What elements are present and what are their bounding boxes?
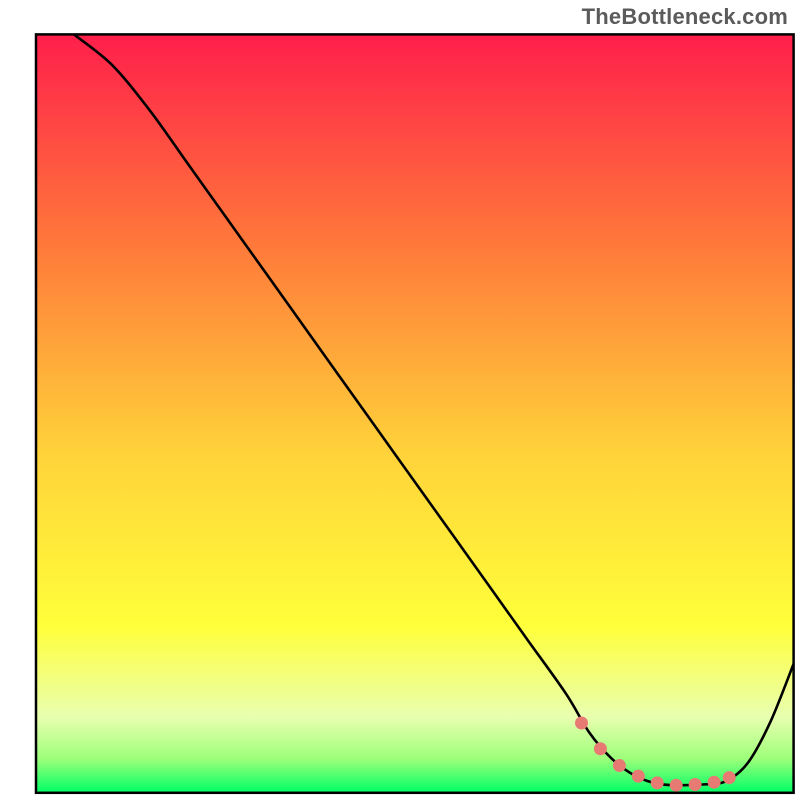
watermark-text: TheBottleneck.com — [582, 4, 788, 30]
highlight-marker — [723, 771, 736, 784]
chart-stage: TheBottleneck.com — [0, 0, 800, 800]
bottleneck-chart — [0, 0, 800, 800]
highlight-marker — [708, 776, 721, 789]
highlight-marker — [613, 759, 626, 772]
highlight-marker — [689, 778, 702, 791]
highlight-marker — [575, 717, 588, 730]
highlight-marker — [651, 776, 664, 789]
gradient-background — [36, 34, 794, 792]
highlight-marker — [594, 742, 607, 755]
highlight-marker — [632, 770, 645, 783]
highlight-marker — [670, 779, 683, 792]
